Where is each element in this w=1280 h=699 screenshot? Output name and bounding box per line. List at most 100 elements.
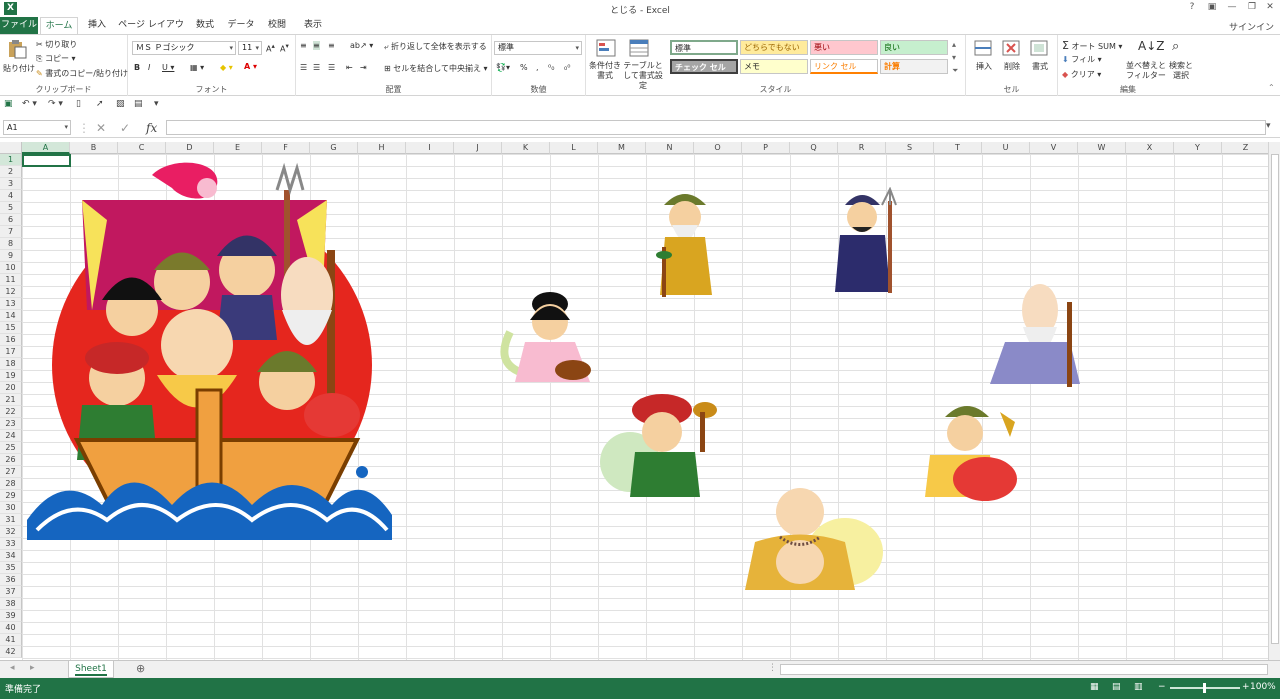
zoom-slider-knob[interactable]: [1203, 683, 1206, 693]
vertical-scrollbar[interactable]: [1268, 142, 1280, 660]
hotei-picture[interactable]: [735, 482, 885, 592]
conditional-format-button[interactable]: 条件付き書式: [588, 61, 622, 81]
paste-button[interactable]: 貼り付け: [3, 63, 35, 74]
row-header-27[interactable]: 27: [0, 466, 22, 478]
column-header-w[interactable]: W: [1078, 142, 1126, 154]
row-header-22[interactable]: 22: [0, 406, 22, 418]
format-cells-button[interactable]: 書式: [1032, 61, 1048, 72]
row-header-30[interactable]: 30: [0, 502, 22, 514]
style-neutral[interactable]: どちらでもない: [740, 40, 808, 55]
daikokuten-picture[interactable]: [600, 392, 740, 502]
worksheet-grid[interactable]: ABCDEFGHIJKLMNOPQRSTUVWXYZ 1 2 3 4 5 6 7 8 9 10 11…: [0, 142, 1268, 660]
row-header-1[interactable]: 1: [0, 154, 22, 166]
select-pointer-icon[interactable]: ➚: [96, 99, 104, 109]
column-header-y[interactable]: Y: [1174, 142, 1222, 154]
clear-button[interactable]: ◆ クリア ▾: [1062, 69, 1101, 80]
jurojin-picture[interactable]: [650, 187, 720, 302]
column-header-u[interactable]: U: [982, 142, 1030, 154]
styles-scroll-down-icon[interactable]: ▾: [952, 53, 956, 62]
delete-cells-button[interactable]: 削除: [1004, 61, 1020, 72]
split-handle-icon[interactable]: ⋮: [768, 663, 777, 673]
row-header-11[interactable]: 11: [0, 274, 22, 286]
column-header-h[interactable]: H: [358, 142, 406, 154]
align-left-icon[interactable]: ☰: [300, 63, 307, 72]
style-bad[interactable]: 悪い: [810, 40, 878, 55]
row-header-33[interactable]: 33: [0, 538, 22, 550]
column-header-i[interactable]: I: [406, 142, 454, 154]
style-calculation[interactable]: 計算: [880, 59, 948, 74]
style-linked-cell[interactable]: リンク セル: [810, 59, 878, 74]
restore-icon[interactable]: ❐: [1244, 2, 1260, 15]
ebisu-picture[interactable]: [915, 397, 1030, 507]
column-header-r[interactable]: R: [838, 142, 886, 154]
minimize-icon[interactable]: —: [1224, 2, 1240, 15]
column-header-m[interactable]: M: [598, 142, 646, 154]
insert-cells-button[interactable]: 挿入: [976, 61, 992, 72]
next-sheet-icon[interactable]: ▸: [30, 663, 35, 673]
column-header-x[interactable]: X: [1126, 142, 1174, 154]
normal-view-icon[interactable]: ▦: [1090, 682, 1099, 692]
borders-icon[interactable]: ▦ ▾: [190, 63, 204, 72]
picture-icon[interactable]: ▤: [134, 99, 143, 109]
tab-file[interactable]: ファイル: [0, 17, 38, 34]
row-header-2[interactable]: 2: [0, 166, 22, 178]
horizontal-scrollbar[interactable]: [780, 664, 1268, 675]
row-header-19[interactable]: 19: [0, 370, 22, 382]
number-format-dropdown[interactable]: 標準: [494, 41, 582, 55]
autosum-button[interactable]: Σ オート SUM ▾: [1062, 39, 1122, 52]
bishamonten-picture[interactable]: [830, 187, 910, 297]
row-header-10[interactable]: 10: [0, 262, 22, 274]
column-header-l[interactable]: L: [550, 142, 598, 154]
tab-review[interactable]: 校閲: [262, 17, 292, 34]
row-header-17[interactable]: 17: [0, 346, 22, 358]
underline-button[interactable]: U ▾: [162, 63, 174, 72]
seven-gods-treasure-ship-picture[interactable]: [22, 160, 397, 540]
column-header-n[interactable]: N: [646, 142, 694, 154]
accounting-icon[interactable]: 💱▾: [496, 63, 510, 72]
row-header-32[interactable]: 32: [0, 526, 22, 538]
tab-insert[interactable]: 挿入: [82, 17, 112, 34]
zoom-slider[interactable]: [1170, 683, 1240, 693]
align-top-icon[interactable]: ≡: [300, 41, 307, 50]
row-header-4[interactable]: 4: [0, 190, 22, 202]
merge-center-button[interactable]: ⊞ セルを結合して中央揃え ▾: [384, 63, 488, 74]
row-header-42[interactable]: 42: [0, 646, 22, 658]
collapse-ribbon-icon[interactable]: ⌃: [1268, 83, 1275, 92]
help-button[interactable]: ?: [1184, 2, 1200, 15]
column-header-e[interactable]: E: [214, 142, 262, 154]
italic-button[interactable]: I: [148, 63, 150, 72]
row-header-16[interactable]: 16: [0, 334, 22, 346]
style-check-cell[interactable]: チェック セル: [670, 59, 738, 74]
align-right-icon[interactable]: ☰: [328, 63, 335, 72]
font-name-dropdown[interactable]: ＭＳ Ｐゴシック: [132, 41, 236, 55]
enter-icon[interactable]: ✓: [120, 121, 130, 135]
row-header-41[interactable]: 41: [0, 634, 22, 646]
column-header-s[interactable]: S: [886, 142, 934, 154]
row-header-13[interactable]: 13: [0, 298, 22, 310]
insert-function-button[interactable]: fx: [146, 121, 157, 135]
row-header-28[interactable]: 28: [0, 478, 22, 490]
undo-icon[interactable]: ↶ ▾: [22, 99, 37, 109]
sheet-tab-sheet1[interactable]: Sheet1: [68, 661, 114, 678]
wrap-text-button[interactable]: ⤶ 折り返して全体を表示する: [384, 41, 487, 52]
sort-filter-button[interactable]: 並べ替えとフィルター: [1126, 61, 1166, 81]
format-painter-button[interactable]: ✎ 書式のコピー/貼り付け: [36, 68, 128, 79]
column-header-j[interactable]: J: [454, 142, 502, 154]
tab-page-layout[interactable]: ページ レイアウト: [118, 17, 184, 47]
column-header-g[interactable]: G: [310, 142, 358, 154]
cut-button[interactable]: ✂ 切り取り: [36, 39, 77, 50]
row-header-7[interactable]: 7: [0, 226, 22, 238]
column-header-k[interactable]: K: [502, 142, 550, 154]
fill-button[interactable]: ⬇ フィル ▾: [1062, 54, 1102, 65]
style-normal[interactable]: 標準: [670, 40, 738, 55]
tab-formulas[interactable]: 数式: [190, 17, 220, 34]
comma-icon[interactable]: ,: [536, 63, 539, 72]
font-color-icon[interactable]: A ▾: [244, 62, 257, 71]
style-note[interactable]: メモ: [740, 59, 808, 74]
row-header-12[interactable]: 12: [0, 286, 22, 298]
row-header-26[interactable]: 26: [0, 454, 22, 466]
column-header-t[interactable]: T: [934, 142, 982, 154]
column-header-p[interactable]: P: [742, 142, 790, 154]
row-header-15[interactable]: 15: [0, 322, 22, 334]
page-break-view-icon[interactable]: ▥: [1134, 682, 1143, 692]
